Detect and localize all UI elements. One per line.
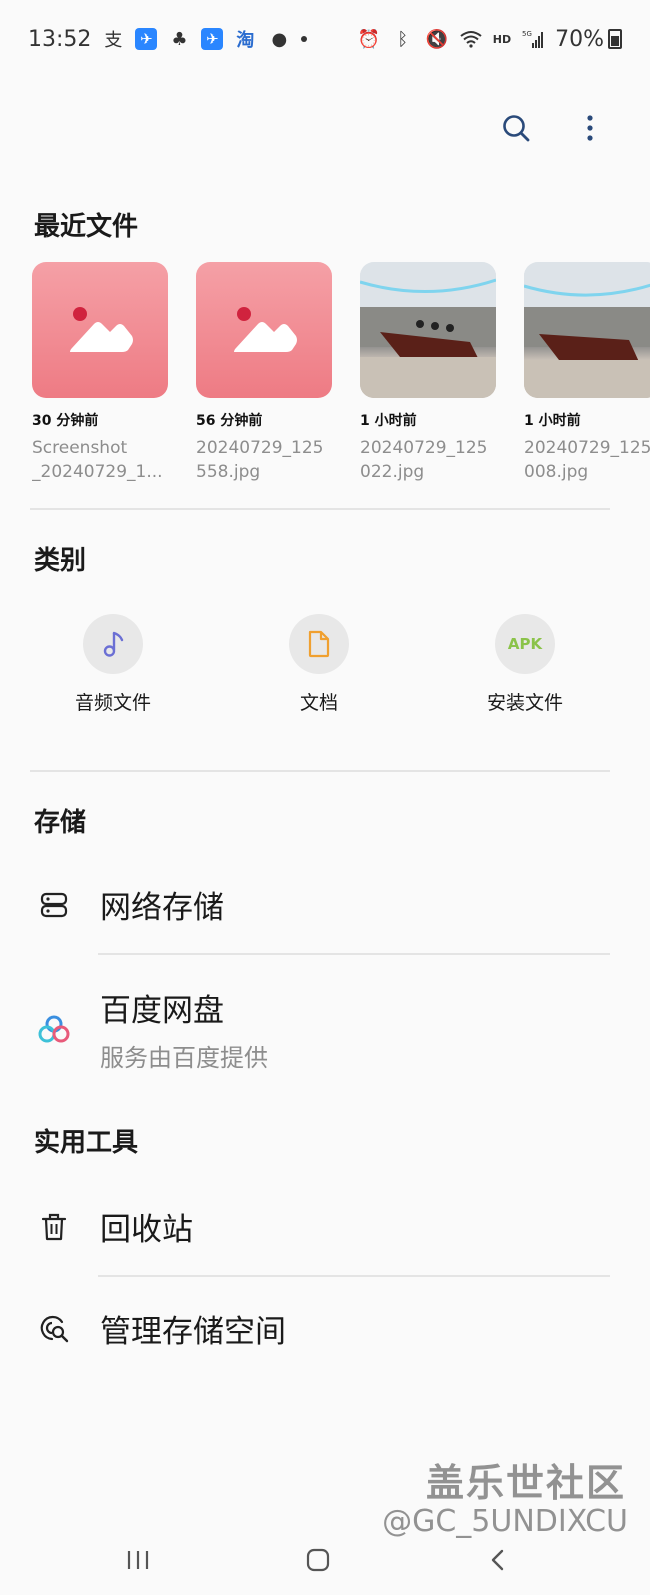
recent-files-title: 最近文件 <box>34 212 139 242</box>
divider <box>30 508 610 510</box>
status-left: 13:52 支 ✈ ♣ ✈ 淘 ● <box>28 26 308 52</box>
recent-file-card[interactable]: 30 分钟前 Screenshot _20240729_1... <box>32 262 168 482</box>
wifi-icon <box>459 27 483 51</box>
storage-title: 存储 <box>34 808 87 838</box>
row-title: 网络存储 <box>100 890 224 926</box>
apk-icon: APK <box>495 614 555 674</box>
recent-file-card[interactable]: 1 小时前 20240729_125 022.jpg <box>360 262 496 482</box>
divider <box>30 770 610 772</box>
apk-icon-text: APK <box>507 635 543 653</box>
bulb-icon: ● <box>271 28 288 50</box>
category-label: 安装文件 <box>486 692 563 714</box>
photo-thumbnail <box>524 262 650 398</box>
row-text: 管理存储空间 <box>100 1306 286 1351</box>
navigation-bar <box>0 1525 650 1595</box>
category-documents[interactable]: 文档 <box>234 614 404 715</box>
status-time: 13:52 <box>28 26 92 52</box>
network-storage-row[interactable]: 网络存储 <box>34 882 618 927</box>
row-text: 网络存储 <box>100 882 224 927</box>
trash-icon <box>34 1207 74 1247</box>
baidu-netdisk-row[interactable]: 百度网盘 服务由百度提供 <box>34 985 618 1073</box>
recent-file-card[interactable]: 1 小时前 20240729_125 008.jpg <box>524 262 650 482</box>
status-bar: 13:52 支 ✈ ♣ ✈ 淘 ● ⏰ ᛒ 🔇 HD 5G 70% <box>0 0 650 78</box>
conference-room-photo <box>360 262 496 398</box>
battery-indicator: 70% <box>555 27 622 52</box>
qq-icon: ♣ <box>171 28 188 50</box>
recent-files-list: 30 分钟前 Screenshot _20240729_1... 56 分钟前 … <box>32 262 650 482</box>
toolbar-actions <box>496 108 610 148</box>
file-name: 20240729_125 022.jpg <box>360 438 488 482</box>
svg-text:5G: 5G <box>522 30 532 38</box>
file-time: 56 分钟前 <box>196 413 263 429</box>
message-icon: ✈ <box>135 28 158 50</box>
mute-icon: 🔇 <box>425 28 448 50</box>
divider <box>98 953 610 955</box>
back-icon[interactable] <box>468 1543 528 1577</box>
recent-file-card[interactable]: 56 分钟前 20240729_125 558.jpg <box>196 262 332 482</box>
photo-thumbnail <box>360 262 496 398</box>
hd-label: HD <box>492 32 512 46</box>
network-storage-icon <box>34 885 74 925</box>
signal-icon: 5G <box>521 27 545 51</box>
file-name: 20240729_125 008.jpg <box>524 438 650 482</box>
manage-storage-row[interactable]: 管理存储空间 <box>34 1306 618 1351</box>
bluetooth-icon: ᛒ <box>397 28 409 50</box>
category-label: 音频文件 <box>74 692 151 714</box>
row-text: 百度网盘 服务由百度提供 <box>100 985 268 1073</box>
battery-percent: 70% <box>555 26 604 52</box>
home-icon[interactable] <box>288 1543 348 1577</box>
document-icon <box>289 614 349 674</box>
row-title: 管理存储空间 <box>100 1314 286 1350</box>
battery-icon <box>608 29 622 49</box>
row-title: 回收站 <box>100 1212 193 1248</box>
image-icon <box>234 307 297 352</box>
category-label: 文档 <box>299 692 338 714</box>
categories-title: 类别 <box>34 546 87 576</box>
baidu-netdisk-icon <box>34 1009 74 1049</box>
divider <box>98 1275 610 1277</box>
status-right: ⏰ ᛒ 🔇 HD 5G 70% <box>357 27 622 52</box>
file-time: 1 小时前 <box>524 413 581 429</box>
row-title: 百度网盘 <box>100 993 224 1029</box>
file-time: 30 分钟前 <box>32 413 99 429</box>
storage-manage-icon <box>34 1309 74 1349</box>
recent-apps-icon[interactable] <box>108 1543 168 1577</box>
music-note-icon <box>83 614 143 674</box>
category-audio[interactable]: 音频文件 <box>28 614 198 715</box>
image-placeholder-thumbnail <box>32 262 168 398</box>
alipay-icon: 支 <box>104 30 123 51</box>
more-vertical-icon[interactable] <box>570 108 610 148</box>
dot-icon <box>301 36 308 42</box>
tools-title: 实用工具 <box>34 1128 139 1158</box>
category-apk[interactable]: APK 安装文件 <box>440 614 610 715</box>
message-icon: ✈ <box>201 28 224 50</box>
file-manager-screen: 13:52 支 ✈ ♣ ✈ 淘 ● ⏰ ᛒ 🔇 HD 5G 70% 最近文件 3… <box>0 0 650 1595</box>
conference-room-photo <box>524 262 650 398</box>
image-icon <box>70 307 133 352</box>
file-name: 20240729_125 558.jpg <box>196 438 324 482</box>
recycle-bin-row[interactable]: 回收站 <box>34 1204 618 1249</box>
search-icon[interactable] <box>496 108 536 148</box>
alarm-icon: ⏰ <box>357 28 380 50</box>
row-text: 回收站 <box>100 1204 193 1249</box>
file-name: Screenshot _20240729_1... <box>32 438 163 482</box>
file-time: 1 小时前 <box>360 413 417 429</box>
watermark-community: 盖乐世社区 <box>425 1461 626 1505</box>
taobao-icon: 淘 <box>236 30 255 51</box>
image-placeholder-thumbnail <box>196 262 332 398</box>
row-subtitle: 服务由百度提供 <box>100 1044 268 1072</box>
